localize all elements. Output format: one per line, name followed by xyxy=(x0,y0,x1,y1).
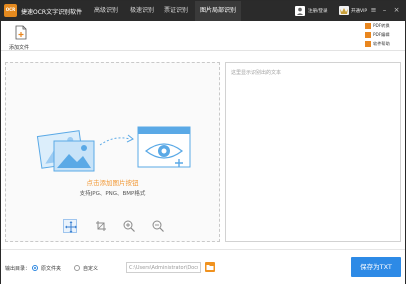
close-icon[interactable]: × xyxy=(392,5,401,15)
add-image-prompt[interactable]: 点击添加图片按钮 xyxy=(6,177,219,187)
tab-ticket[interactable]: 票证识别 xyxy=(159,1,193,21)
toolbar: 添加文件 PDF转换 PDF编辑 软件帮助 xyxy=(1,21,405,51)
login-link[interactable]: 注册/登录 xyxy=(308,8,328,14)
output-path-input[interactable] xyxy=(126,262,201,273)
save-txt-button[interactable]: 保存为TXT xyxy=(351,257,401,277)
add-file-icon xyxy=(15,25,27,40)
zoom-out-icon[interactable] xyxy=(151,219,165,233)
title-bar: OCR 捷速OCR文字识别软件 高级识别 极速识别 票证识别 图片局部识别 注册… xyxy=(1,1,405,21)
custom-folder-radio[interactable] xyxy=(74,265,80,271)
pdf-edit-label: PDF编辑 xyxy=(373,32,390,37)
app-title: 捷速OCR文字识别软件 xyxy=(21,9,83,16)
recognized-text-area[interactable]: 这里显示识别出的文本 xyxy=(225,62,401,242)
add-file-button[interactable]: 添加文件 xyxy=(5,24,37,51)
pdf-convert-button[interactable]: PDF转换 xyxy=(365,22,403,29)
pdf-convert-label: PDF转换 xyxy=(373,23,390,28)
custom-folder-label[interactable]: 自定义 xyxy=(83,265,98,272)
vip-icon[interactable] xyxy=(339,6,349,15)
move-tool-icon[interactable] xyxy=(63,219,77,233)
user-avatar-icon[interactable] xyxy=(295,6,305,16)
help-button[interactable]: 软件帮助 xyxy=(365,40,403,47)
app-logo-icon: OCR xyxy=(4,4,17,17)
help-icon xyxy=(365,40,371,47)
menu-icon[interactable]: ≡ xyxy=(369,5,378,15)
app-logo-text: OCR xyxy=(5,7,16,12)
tab-fast[interactable]: 极速识别 xyxy=(125,1,159,21)
bottom-bar: 输出目录： 原文件夹 自定义 保存为TXT xyxy=(1,249,405,285)
original-folder-radio[interactable] xyxy=(32,265,38,271)
recognized-text-placeholder: 这里显示识别出的文本 xyxy=(231,70,282,76)
help-label: 软件帮助 xyxy=(373,41,390,46)
minimize-icon[interactable]: – xyxy=(380,5,389,15)
tab-advanced[interactable]: 高级识别 xyxy=(89,1,123,21)
app-window: OCR 捷速OCR文字识别软件 高级识别 极速识别 票证识别 图片局部识别 注册… xyxy=(0,0,406,285)
add-file-label: 添加文件 xyxy=(9,45,30,51)
crop-tool-icon[interactable] xyxy=(94,219,108,233)
pdf-edit-button[interactable]: PDF编辑 xyxy=(365,31,403,38)
pdf-convert-icon xyxy=(365,22,371,29)
image-drop-area[interactable]: 点击添加图片按钮 支持JPG、PNG、BMP格式 xyxy=(5,62,220,242)
vip-link[interactable]: 开通VIP xyxy=(351,8,367,14)
pdf-edit-icon xyxy=(365,31,371,38)
tab-partial-image[interactable]: 图片局部识别 xyxy=(195,1,241,21)
original-folder-label[interactable]: 原文件夹 xyxy=(41,265,61,272)
zoom-in-icon[interactable] xyxy=(122,219,136,233)
folder-browse-icon[interactable] xyxy=(205,262,215,272)
supported-formats-text: 支持JPG、PNG、BMP格式 xyxy=(79,191,146,197)
output-dir-label: 输出目录： xyxy=(5,266,31,272)
